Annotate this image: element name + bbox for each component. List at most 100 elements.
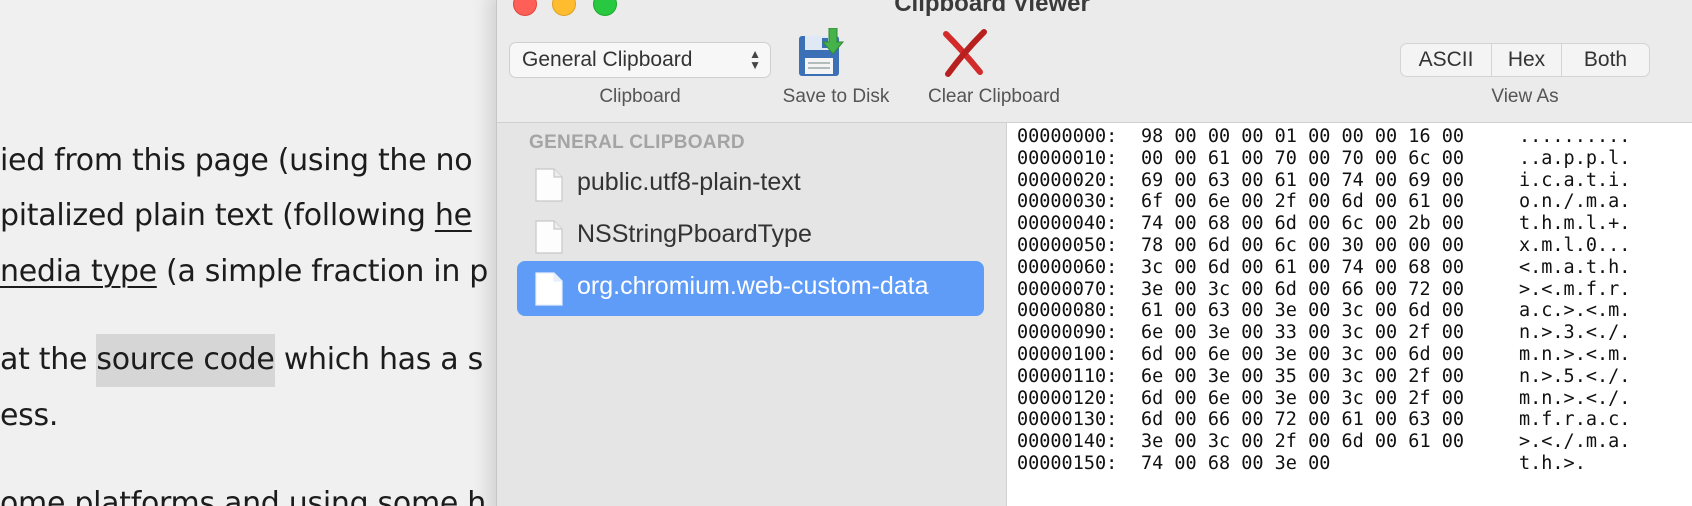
hex-row: 00000080: 61 00 63 00 3e 00 3c 00 6d 00 a.…	[1017, 300, 1630, 322]
window-title: Clipboard Viewer	[497, 0, 1692, 18]
save-to-disk-button[interactable]	[795, 27, 855, 80]
view-as-hex[interactable]: Hex	[1491, 44, 1561, 76]
bg-link-he[interactable]: he	[435, 198, 472, 233]
hex-offset: 00000020:	[1017, 169, 1118, 191]
hex-row: 00000000: 98 00 00 00 01 00 00 00 16 00..…	[1017, 126, 1630, 148]
hex-row: 00000090: 6e 00 3e 00 33 00 3c 00 2f 00 n.…	[1017, 322, 1630, 344]
up-down-chevron-icon: ▲ ▼	[749, 47, 761, 72]
sidebar-item-nsstringpboardtype[interactable]: NSStringPboardType	[517, 209, 984, 264]
hex-bytes: 98 00 00 00 01 00 00 00 16 00	[1141, 126, 1465, 147]
hex-ascii: ..a.p.p.l.	[1519, 147, 1631, 169]
hex-row: 00000010: 00 00 61 00 70 00 70 00 6c 00..…	[1017, 148, 1630, 170]
clipboard-viewer-window: Clipboard Viewer General Clipboard ▲ ▼ Cl…	[496, 0, 1692, 506]
toolbar: Clipboard Viewer General Clipboard ▲ ▼ Cl…	[497, 0, 1692, 123]
hex-row: 00000040: 74 00 68 00 6d 00 6c 00 2b 00 t.…	[1017, 213, 1630, 235]
hex-bytes: 69 00 63 00 61 00 74 00 69 00	[1141, 169, 1465, 191]
hex-offset: 00000110:	[1017, 365, 1118, 387]
hex-row: 00000070: 3e 00 3c 00 6d 00 66 00 72 00 >.…	[1017, 279, 1630, 301]
hex-ascii: x.m.l.0...	[1519, 235, 1631, 256]
hex-ascii: m.n.>.<./.	[1519, 387, 1631, 409]
hex-row: 00000130: 6d 00 66 00 72 00 61 00 63 00 m.…	[1017, 409, 1630, 431]
hex-offset: 00000130:	[1017, 409, 1118, 431]
hex-row: 00000110: 6e 00 3e 00 35 00 3c 00 2f 00 n.…	[1017, 366, 1630, 388]
bg-text-line-3-text: (a simple fraction in p	[166, 254, 489, 289]
hex-row: 00000020: 69 00 63 00 61 00 74 00 69 00 i.…	[1017, 170, 1630, 192]
hex-ascii: m.f.r.a.c.	[1519, 409, 1631, 431]
hex-bytes: 78 00 6d 00 6c 00 30 00 00 00	[1141, 235, 1465, 256]
bg-text-line-4-end: which has a s	[274, 342, 483, 377]
hex-ascii: i.c.a.t.i.	[1519, 169, 1631, 191]
hex-offset: 00000090:	[1017, 322, 1118, 344]
hex-bytes: 6d 00 6e 00 3e 00 3c 00 2f 00	[1141, 387, 1465, 409]
sidebar-item-label: NSStringPboardType	[577, 220, 812, 248]
hex-bytes: 74 00 68 00 3e 00	[1141, 453, 1331, 474]
bg-text-line-3: nedia type (a simple fraction in p	[0, 254, 488, 289]
document-icon	[535, 272, 563, 306]
window-title-text: Clipboard Viewer	[894, 0, 1090, 17]
hex-dump-view[interactable]: 00000000: 98 00 00 00 01 00 00 00 16 00..…	[1007, 123, 1692, 506]
hex-offset: 00000150:	[1017, 453, 1118, 474]
bg-text-line-4-start: at the	[0, 342, 97, 377]
sidebar-item-org-chromium-web-custom-data[interactable]: org.chromium.web-custom-data	[517, 261, 984, 316]
hex-row: 00000030: 6f 00 6e 00 2f 00 6d 00 61 00 o.…	[1017, 191, 1630, 213]
hex-bytes: 00 00 61 00 70 00 70 00 6c 00	[1141, 147, 1465, 169]
bg-highlighted-source-code[interactable]: source code	[96, 334, 275, 387]
hex-ascii: >.<.m.f.r.	[1519, 278, 1631, 300]
hex-bytes: 3e 00 3c 00 2f 00 6d 00 61 00	[1141, 431, 1465, 453]
bg-text-line-1: ied from this page (using the no	[0, 143, 473, 178]
hex-row: 00000150: 74 00 68 00 3e 00 t.h.>.	[1017, 453, 1586, 475]
hex-offset: 00000100:	[1017, 344, 1118, 365]
hex-row: 00000060: 3c 00 6d 00 61 00 74 00 68 00 <.…	[1017, 257, 1630, 279]
hex-bytes: 3e 00 3c 00 6d 00 66 00 72 00	[1141, 278, 1465, 300]
hex-offset: 00000050:	[1017, 235, 1118, 256]
floppy-disk-icon	[799, 27, 845, 76]
bg-text-line-2: pitalized plain text (following he	[0, 198, 472, 233]
sidebar-item-label: public.utf8-plain-text	[577, 168, 801, 196]
background-web-page: ied from this page (using the no pitaliz…	[0, 0, 500, 506]
hex-ascii: o.n./.m.a.	[1519, 191, 1631, 213]
save-to-disk-label: Save to Disk	[782, 86, 890, 107]
hex-ascii: a.c.>.<.m.	[1519, 300, 1631, 322]
hex-ascii: t.h.m.l.+.	[1519, 213, 1631, 235]
view-as-label: View As	[1491, 86, 1559, 107]
hex-ascii: m.n.>.<.m.	[1519, 344, 1631, 365]
hex-offset: 00000060:	[1017, 256, 1118, 278]
sidebar-item-public-utf8-plain-text[interactable]: public.utf8-plain-text	[517, 157, 984, 212]
hex-bytes: 6f 00 6e 00 2f 00 6d 00 61 00	[1141, 191, 1465, 213]
hex-ascii: <.m.a.t.h.	[1519, 256, 1631, 278]
red-x-icon	[943, 29, 987, 77]
hex-bytes: 3c 00 6d 00 61 00 74 00 68 00	[1141, 256, 1465, 278]
hex-offset: 00000070:	[1017, 278, 1118, 300]
bg-link-media-type[interactable]: nedia type	[0, 254, 157, 289]
bg-text-line-4: at the source code which has a s	[0, 334, 483, 387]
bg-text-line-5: ess.	[0, 398, 59, 433]
hex-row: 00000050: 78 00 6d 00 6c 00 30 00 00 00 x.…	[1017, 235, 1630, 257]
hex-offset: 00000140:	[1017, 431, 1118, 453]
view-as-segmented-control: ASCII Hex Both	[1400, 43, 1650, 77]
hex-offset: 00000040:	[1017, 213, 1118, 235]
hex-offset: 00000120:	[1017, 387, 1118, 409]
hex-row: 00000100: 6d 00 6e 00 3e 00 3c 00 6d 00 m.…	[1017, 344, 1630, 366]
sidebar-item-label: org.chromium.web-custom-data	[577, 272, 929, 300]
hex-row: 00000140: 3e 00 3c 00 2f 00 6d 00 61 00 >.…	[1017, 431, 1630, 453]
hex-bytes: 61 00 63 00 3e 00 3c 00 6d 00	[1141, 300, 1465, 322]
view-as-both[interactable]: Both	[1561, 44, 1649, 76]
hex-offset: 00000030:	[1017, 191, 1118, 213]
hex-ascii: >.<./.m.a.	[1519, 431, 1631, 453]
hex-bytes: 6d 00 6e 00 3e 00 3c 00 6d 00	[1141, 344, 1465, 365]
view-as-ascii[interactable]: ASCII	[1401, 44, 1491, 76]
hex-ascii: t.h.>.	[1519, 453, 1586, 474]
clear-clipboard-button[interactable]	[940, 28, 1000, 80]
bg-text-line-6: ome platforms and using some h	[0, 486, 486, 506]
hex-bytes: 6d 00 66 00 72 00 61 00 63 00	[1141, 409, 1465, 431]
hex-offset: 00000010:	[1017, 147, 1118, 169]
hex-offset: 00000000:	[1017, 126, 1118, 147]
hex-bytes: 74 00 68 00 6d 00 6c 00 2b 00	[1141, 213, 1465, 235]
clipboard-label: Clipboard	[599, 86, 681, 107]
clipboard-popup-button[interactable]: General Clipboard ▲ ▼	[509, 42, 771, 78]
bg-text-line-2-text: pitalized plain text (following	[0, 198, 435, 233]
document-icon	[535, 220, 563, 254]
clipboard-popup-value: General Clipboard	[522, 48, 693, 71]
hex-bytes: 6e 00 3e 00 33 00 3c 00 2f 00	[1141, 322, 1465, 344]
document-icon	[535, 168, 563, 202]
